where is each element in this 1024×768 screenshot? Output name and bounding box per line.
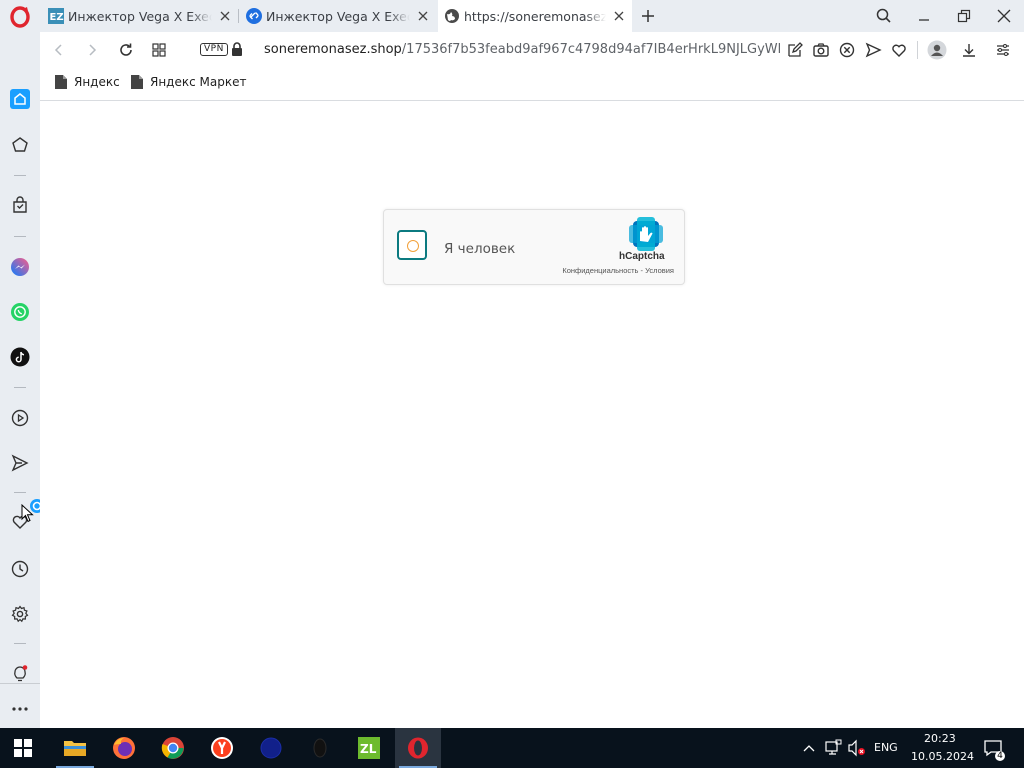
taskbar-app-dark[interactable] — [297, 728, 343, 768]
firefox-icon — [113, 737, 135, 759]
bookmark-label: Яндекс — [74, 75, 120, 89]
reload-icon[interactable] — [117, 41, 135, 59]
captcha-checkbox[interactable] — [397, 230, 427, 260]
vpn-badge[interactable]: VPN — [200, 43, 228, 56]
hcaptcha-logo-icon — [629, 217, 663, 251]
opera-logo-icon — [10, 6, 30, 28]
dark-globe-icon — [260, 737, 282, 759]
mouse-cursor-icon — [21, 504, 34, 523]
document-icon — [55, 75, 67, 89]
captcha-privacy-terms-links[interactable]: Конфиденциальность - Условия — [562, 266, 674, 275]
settings-icon[interactable] — [10, 604, 30, 624]
svg-text:EZ: EZ — [50, 12, 64, 23]
more-options-icon[interactable] — [10, 699, 30, 719]
folder-icon — [64, 741, 86, 756]
page-content: Я человек hCaptcha Конфиденциальность - … — [40, 101, 1024, 728]
network-icon[interactable] — [824, 739, 842, 757]
chrome-icon — [161, 737, 184, 759]
close-tab-icon[interactable] — [218, 9, 232, 23]
yandex-browser-icon — [211, 737, 233, 759]
windows-logo-icon — [14, 739, 32, 757]
profile-avatar-icon[interactable] — [927, 40, 947, 60]
tab-2-title: Инжектор Vega X Executor — [266, 8, 410, 24]
tab-1[interactable]: EZ Инжектор Vega X Executor — [42, 0, 238, 32]
volume-muted-icon[interactable] — [847, 739, 867, 757]
restore-icon[interactable] — [954, 6, 974, 26]
captcha-label: Я человек — [444, 241, 516, 257]
taskbar-yandex-browser[interactable] — [199, 728, 245, 768]
tab-1-title: Инжектор Vega X Executor — [68, 8, 212, 24]
shopping-bag-icon[interactable] — [10, 195, 30, 215]
taskbar-app-blue[interactable] — [248, 728, 294, 768]
tiktok-icon[interactable] — [10, 347, 30, 367]
bookmark-yandex[interactable]: Яндекс — [55, 75, 120, 89]
url-host: soneremonasez.shop — [264, 42, 402, 57]
easy-setup-icon[interactable] — [994, 41, 1012, 59]
bookmark-heart-icon[interactable] — [890, 41, 908, 59]
plus-icon — [642, 10, 654, 22]
loading-spinner-icon — [407, 240, 419, 252]
clock-date[interactable]: 10.05.2024 — [911, 750, 974, 763]
close-window-icon[interactable] — [994, 6, 1014, 26]
snapshot-icon[interactable] — [812, 41, 830, 59]
hcaptcha-brand: hCaptcha — [619, 251, 665, 262]
taskbar-firefox[interactable] — [101, 728, 147, 768]
start-button[interactable] — [0, 728, 46, 768]
taskbar-file-explorer[interactable] — [52, 728, 98, 768]
back-icon[interactable] — [50, 41, 68, 59]
language-indicator[interactable]: ENG — [874, 741, 898, 754]
bookmarks-bar: Яндекс Яндекс Маркет — [40, 68, 1024, 101]
search-tabs-icon[interactable] — [874, 6, 894, 26]
lightbulb-icon[interactable] — [10, 664, 30, 684]
document-icon — [131, 75, 143, 89]
minimize-icon[interactable] — [914, 6, 934, 26]
pinboard-icon[interactable] — [10, 135, 30, 155]
player-icon[interactable] — [10, 408, 30, 428]
messenger-icon[interactable] — [10, 257, 30, 277]
taskbar-chrome[interactable] — [150, 728, 196, 768]
adblock-icon[interactable] — [838, 41, 856, 59]
send-icon[interactable] — [10, 453, 30, 473]
lock-icon[interactable] — [230, 41, 244, 57]
tabs-grid-icon[interactable] — [150, 41, 168, 59]
tab-strip: EZ Инжектор Vega X Executor Инжектор Veg… — [0, 0, 1024, 32]
close-tab-icon[interactable] — [612, 9, 626, 23]
history-icon[interactable] — [10, 559, 30, 579]
tab-2[interactable]: Инжектор Vega X Executor — [240, 0, 436, 32]
zennolab-icon: ZL — [358, 737, 380, 759]
notification-count-badge: 4 — [995, 751, 1005, 761]
clock-time[interactable]: 20:23 — [924, 732, 956, 745]
ez-icon: EZ — [48, 8, 64, 24]
taskbar-zennolab[interactable]: ZL — [346, 728, 392, 768]
hcaptcha-widget: Я человек hCaptcha Конфиденциальность - … — [383, 209, 685, 285]
tab-3-active[interactable]: https://soneremonasez.shop/ — [438, 0, 632, 32]
address-toolbar: VPN soneremonasez.shop/17536f7b53feabd9a… — [40, 32, 1024, 68]
sidebar — [0, 32, 44, 728]
home-icon[interactable] — [10, 89, 30, 109]
svg-text:ZL: ZL — [360, 742, 377, 756]
windows-taskbar: ZL ENG 20:23 10.05.2024 4 — [0, 728, 1024, 768]
bookmark-label: Яндекс Маркет — [150, 75, 247, 89]
new-tab-button[interactable] — [639, 7, 657, 25]
download-icon[interactable] — [960, 41, 978, 59]
link-icon — [246, 8, 262, 24]
forward-icon[interactable] — [83, 41, 101, 59]
tab-3-title: https://soneremonasez.shop/ — [464, 8, 606, 24]
close-tab-icon[interactable] — [416, 9, 430, 23]
address-field[interactable]: soneremonasez.shop/17536f7b53feabd9af967… — [264, 42, 849, 57]
send-to-flow-icon[interactable] — [864, 41, 882, 59]
whatsapp-icon[interactable] — [10, 302, 30, 322]
tray-expand-icon[interactable] — [801, 741, 817, 755]
bookmark-yandex-market[interactable]: Яндекс Маркет — [131, 75, 246, 89]
dark-app-icon — [313, 738, 327, 758]
taskbar-opera[interactable] — [395, 728, 441, 768]
edit-page-icon[interactable] — [786, 41, 804, 59]
opera-menu-button[interactable] — [9, 6, 31, 28]
globe-icon — [445, 9, 459, 23]
opera-icon — [408, 737, 428, 759]
